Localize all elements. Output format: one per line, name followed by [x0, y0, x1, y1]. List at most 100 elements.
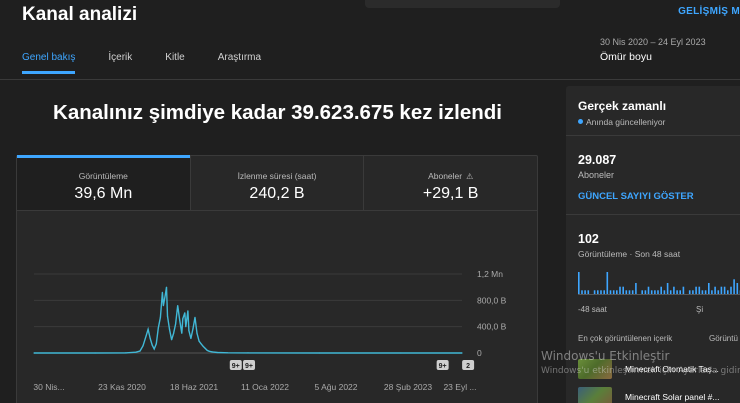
realtime-bar[interactable] — [650, 290, 653, 294]
realtime-bar[interactable] — [622, 286, 624, 294]
views-data-point[interactable] — [142, 345, 144, 347]
views-line-chart[interactable]: 1,2 Mn 800,0 B 400,0 B 0 9+ 9+ 9+ 2 30 Nis... 23 … — [16, 260, 521, 403]
realtime-bar[interactable] — [727, 290, 729, 294]
views-data-point[interactable] — [192, 328, 194, 330]
views-data-point[interactable] — [153, 348, 155, 350]
realtime-bar[interactable] — [657, 290, 659, 294]
realtime-bar[interactable] — [720, 286, 723, 294]
date-range-text[interactable]: 30 Nis 2020 – 24 Eyl 2023 — [600, 37, 706, 47]
realtime-bar[interactable] — [704, 290, 707, 294]
top-content-item[interactable]: Minecraft Otomatik Taş... — [578, 358, 740, 380]
realtime-bar[interactable] — [625, 290, 628, 294]
views-data-point[interactable] — [190, 337, 192, 340]
views-data-point[interactable] — [161, 291, 163, 293]
views-data-point[interactable] — [33, 352, 35, 354]
chart-annotation-badge[interactable]: 9+ — [229, 360, 242, 370]
realtime-bar[interactable] — [676, 290, 678, 294]
metric-views[interactable]: Görüntüleme 39,6 Mn — [17, 155, 191, 210]
tab-audience[interactable]: Kitle — [165, 52, 184, 74]
views-data-point[interactable] — [165, 286, 168, 288]
realtime-bar[interactable] — [584, 290, 586, 294]
realtime-bar[interactable] — [644, 290, 647, 294]
views-data-point[interactable] — [194, 316, 196, 318]
views-data-point[interactable] — [175, 323, 177, 325]
realtime-bar[interactable] — [736, 283, 739, 294]
views-data-point[interactable] — [147, 328, 149, 330]
views-data-point[interactable] — [171, 339, 173, 341]
realtime-bar[interactable] — [711, 290, 713, 294]
realtime-bar[interactable] — [587, 290, 590, 294]
chart-annotation-badge[interactable]: 2 — [462, 360, 475, 370]
top-content-item[interactable]: Minecraft Solar panel #... — [578, 386, 740, 403]
realtime-bar[interactable] — [695, 286, 697, 294]
realtime-bar[interactable] — [717, 290, 720, 294]
views-data-point[interactable] — [400, 352, 402, 354]
realtime-bar[interactable] — [619, 286, 621, 294]
date-range-label[interactable]: Ömür boyu — [600, 51, 652, 63]
metric-subscribers[interactable]: Aboneler ⚠ +29,1 B — [364, 156, 537, 210]
views-data-point[interactable] — [166, 315, 169, 317]
views-data-point[interactable] — [185, 326, 187, 328]
show-current-count-button[interactable]: GÜNCEL SAYIYI GÖSTER — [578, 191, 694, 202]
views-data-point[interactable] — [188, 330, 190, 332]
realtime-bar[interactable] — [654, 290, 656, 294]
warning-icon[interactable]: ⚠ — [466, 172, 473, 181]
chart-annotation-badge[interactable]: 9+ — [243, 360, 256, 370]
realtime-bar[interactable] — [593, 290, 596, 294]
realtime-bar[interactable] — [578, 272, 580, 294]
realtime-bar[interactable] — [581, 290, 583, 294]
realtime-bar[interactable] — [635, 283, 637, 294]
realtime-bar[interactable] — [714, 286, 716, 294]
realtime-bar[interactable] — [708, 283, 710, 294]
views-data-point[interactable] — [198, 340, 200, 342]
realtime-bar[interactable] — [666, 283, 669, 294]
tab-research[interactable]: Araştırma — [218, 52, 261, 74]
advanced-mode-link[interactable]: GELİŞMİŞ M — [678, 6, 740, 17]
realtime-bar[interactable] — [597, 290, 599, 294]
views-data-point[interactable] — [184, 312, 186, 314]
views-data-point[interactable] — [182, 318, 184, 320]
tab-overview[interactable]: Genel bakış — [22, 52, 76, 74]
realtime-bar[interactable] — [647, 286, 650, 294]
realtime-bar[interactable] — [606, 272, 609, 294]
views-data-point[interactable] — [208, 350, 210, 352]
views-data-point[interactable] — [157, 327, 159, 329]
views-data-point[interactable] — [187, 310, 189, 312]
realtime-bar[interactable] — [609, 290, 612, 294]
views-data-point[interactable] — [247, 352, 249, 354]
views-data-point[interactable] — [125, 352, 127, 354]
views-data-point[interactable] — [151, 344, 153, 346]
views-series-line[interactable] — [34, 287, 462, 354]
views-data-point[interactable] — [135, 351, 137, 353]
chart-annotation-badge[interactable]: 9+ — [436, 360, 449, 370]
tab-content[interactable]: İçerik — [108, 52, 132, 74]
realtime-bar[interactable] — [631, 290, 634, 294]
realtime-bar[interactable] — [603, 290, 605, 294]
views-data-point[interactable] — [318, 352, 320, 354]
views-data-point[interactable] — [155, 343, 157, 345]
views-data-point[interactable] — [181, 332, 183, 334]
views-data-point[interactable] — [206, 349, 208, 351]
views-data-point[interactable] — [200, 343, 202, 345]
views-data-point[interactable] — [94, 352, 96, 354]
views-data-point[interactable] — [149, 337, 151, 340]
realtime-bar[interactable] — [688, 290, 691, 294]
realtime-bar[interactable] — [600, 290, 602, 294]
views-data-point[interactable] — [164, 293, 167, 295]
realtime-bar[interactable] — [612, 290, 615, 294]
views-data-point[interactable] — [168, 328, 171, 330]
views-data-point[interactable] — [173, 332, 175, 334]
metric-watch-time[interactable]: İzlenme süresi (saat) 240,2 B — [191, 156, 365, 210]
realtime-bar[interactable] — [733, 279, 735, 294]
views-data-point[interactable] — [227, 352, 229, 354]
realtime-bar[interactable] — [641, 290, 643, 294]
views-data-point[interactable] — [196, 332, 198, 334]
realtime-bar[interactable] — [669, 290, 672, 294]
realtime-bar[interactable] — [701, 290, 704, 294]
search-bar[interactable] — [365, 0, 560, 8]
views-data-point[interactable] — [145, 335, 147, 337]
views-data-point[interactable] — [211, 351, 213, 353]
views-data-point[interactable] — [162, 305, 164, 307]
realtime-bar[interactable] — [663, 290, 666, 294]
realtime-bar[interactable] — [616, 290, 618, 294]
